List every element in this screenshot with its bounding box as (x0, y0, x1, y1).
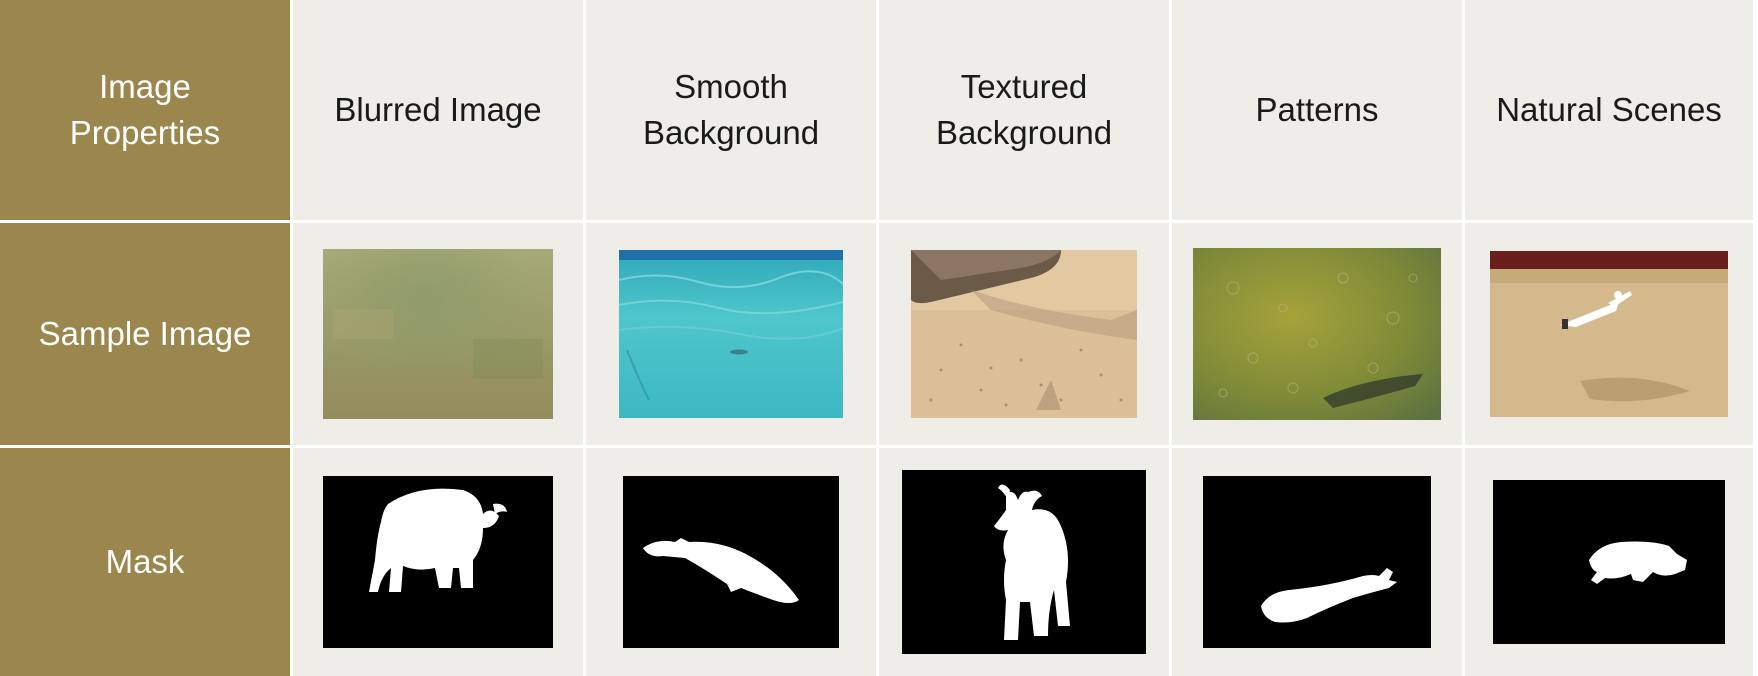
pool-water-image (619, 250, 843, 418)
row-header-properties: Image Properties (0, 0, 290, 220)
whale-mask (623, 476, 839, 648)
sample-cell-blurred (293, 223, 583, 445)
sample-cell-smooth (586, 223, 876, 445)
column-header-textured: Textured Background (879, 0, 1169, 220)
row-header-mask: Mask (0, 448, 290, 676)
row-header-sample-label: Sample Image (38, 315, 252, 352)
sample-cell-natural (1465, 223, 1753, 445)
column-header-natural: Natural Scenes (1465, 0, 1753, 220)
fish-mask (1203, 476, 1431, 648)
mask-cell-natural (1465, 448, 1753, 676)
green-water-fish-image (1193, 248, 1441, 420)
column-header-patterns: Patterns (1172, 0, 1462, 220)
mask-cell-textured (879, 448, 1169, 676)
column-header-smooth: Smooth Background (586, 0, 876, 220)
column-header-label: Patterns (1255, 91, 1379, 128)
mask-cell-smooth (586, 448, 876, 676)
sample-cell-textured (879, 223, 1169, 445)
row-header-sample: Sample Image (0, 223, 290, 445)
mask-cell-blurred (293, 448, 583, 676)
column-header-blurred: Blurred Image (293, 0, 583, 220)
column-header-label: Smooth Background (642, 68, 820, 151)
buffalo-mask (323, 476, 553, 648)
grass-field-image (323, 249, 553, 419)
image-properties-table: Image Properties Blurred Image Smooth Ba… (0, 0, 1758, 676)
column-header-label: Blurred Image (334, 91, 542, 128)
sand-arena-diver-image (1490, 251, 1728, 417)
dog-mask (1493, 480, 1725, 644)
goat-mask (902, 470, 1146, 654)
sample-cell-patterns (1172, 223, 1462, 445)
mask-cell-patterns (1172, 448, 1462, 676)
sand-log-image (911, 250, 1137, 418)
row-header-mask-label: Mask (105, 543, 185, 580)
row-header-properties-label: Image Properties (69, 68, 221, 151)
column-header-label: Natural Scenes (1496, 91, 1722, 128)
column-header-label: Textured Background (935, 68, 1113, 151)
